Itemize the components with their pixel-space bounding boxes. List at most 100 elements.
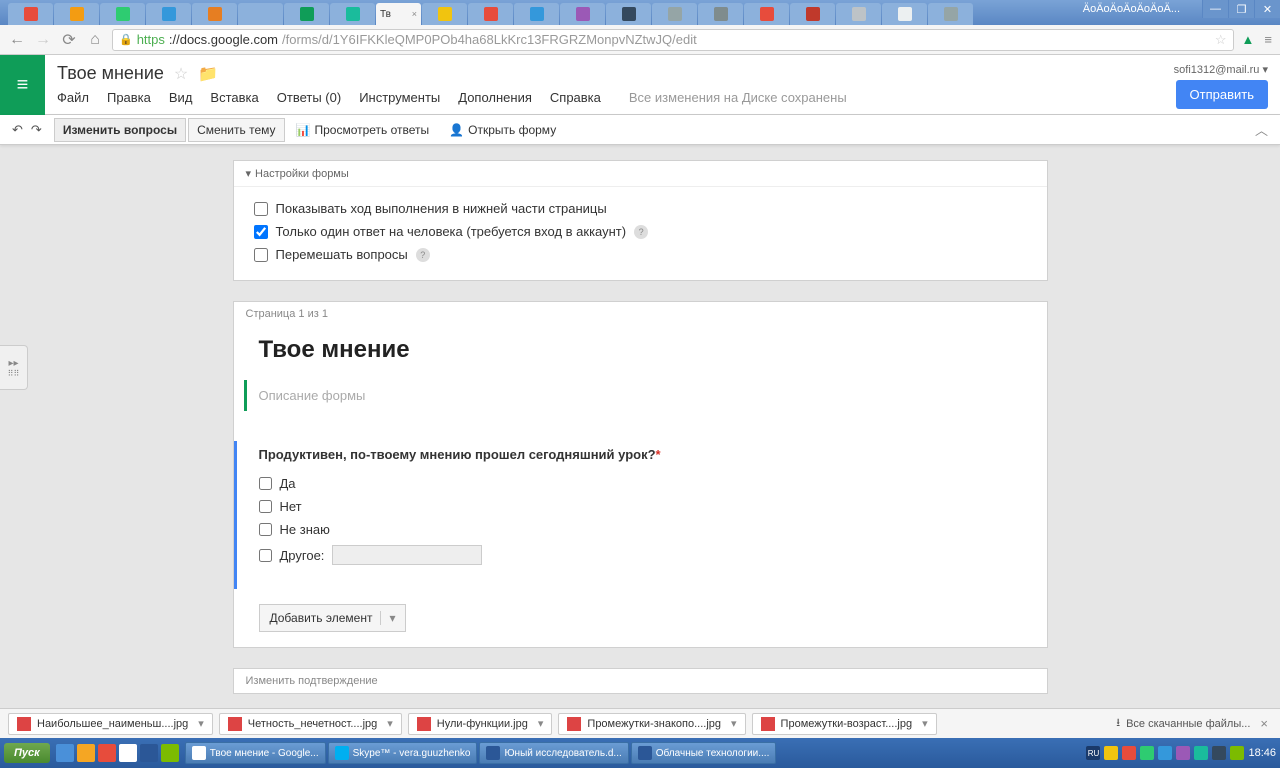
menu-item[interactable]: Инструменты — [359, 90, 440, 105]
download-item[interactable]: Промежутки-возраст....jpg▾ — [752, 713, 937, 735]
download-item[interactable]: Наибольшее_наименьш....jpg▾ — [8, 713, 213, 735]
address-bar[interactable]: 🔒 https://docs.google.com/forms/d/1Y6IFK… — [112, 29, 1234, 51]
browser-tab[interactable] — [422, 3, 467, 25]
menu-item[interactable]: Справка — [550, 90, 601, 105]
tray-icon[interactable] — [1140, 746, 1154, 760]
menu-icon[interactable]: ≡ — [1264, 32, 1272, 47]
option-checkbox[interactable] — [259, 500, 272, 513]
form-description[interactable]: Описание формы — [244, 380, 1022, 411]
edit-questions-tab[interactable]: Изменить вопросы — [54, 118, 186, 142]
taskbar-item[interactable]: Юный исследователь.d... — [479, 742, 628, 764]
taskbar-item[interactable]: Skype™ - vera.guuzhenko — [328, 742, 478, 764]
browser-tab[interactable] — [882, 3, 927, 25]
question-option[interactable]: Да — [259, 472, 1025, 495]
send-button[interactable]: Отправить — [1176, 80, 1268, 109]
checkbox-progress[interactable] — [254, 202, 268, 216]
folder-icon[interactable]: 📁 — [198, 64, 218, 84]
browser-tab[interactable] — [836, 3, 881, 25]
browser-tab[interactable] — [468, 3, 513, 25]
browser-tab[interactable] — [284, 3, 329, 25]
browser-tab[interactable] — [54, 3, 99, 25]
tray-icon[interactable] — [1104, 746, 1118, 760]
caret-down-icon[interactable]: ▾ — [387, 717, 393, 730]
quicklaunch-icon[interactable] — [77, 744, 95, 762]
tray-icon[interactable] — [1194, 746, 1208, 760]
close-window-button[interactable]: ✕ — [1254, 0, 1280, 18]
browser-tab[interactable] — [238, 3, 283, 25]
quicklaunch-icon[interactable] — [56, 744, 74, 762]
help-icon[interactable]: ? — [416, 248, 430, 262]
menu-item[interactable]: Дополнения — [458, 90, 532, 105]
menu-item[interactable]: Вставка — [210, 90, 258, 105]
browser-tab[interactable] — [146, 3, 191, 25]
user-email[interactable]: sofi1312@mail.ru ▾ — [1174, 63, 1268, 76]
setting-progress[interactable]: Показывать ход выполнения в нижней части… — [254, 197, 1027, 220]
side-expand-tab[interactable]: ▸▸ ⠿⠿ — [0, 345, 28, 390]
download-item[interactable]: Четность_нечетност....jpg▾ — [219, 713, 402, 735]
forward-button[interactable]: → — [34, 31, 52, 49]
star-icon[interactable]: ☆ — [1215, 32, 1227, 48]
menu-item[interactable]: Ответы (0) — [277, 90, 341, 105]
tray-icon[interactable] — [1122, 746, 1136, 760]
tray-icon[interactable] — [1230, 746, 1244, 760]
option-checkbox[interactable] — [259, 477, 272, 490]
browser-tab[interactable] — [652, 3, 697, 25]
quicklaunch-icon[interactable] — [140, 744, 158, 762]
browser-tab[interactable] — [514, 3, 559, 25]
caret-down-icon[interactable]: ▾ — [380, 611, 395, 625]
browser-tab[interactable] — [8, 3, 53, 25]
undo-button[interactable]: ↶ — [12, 122, 23, 138]
question-option[interactable]: Нет — [259, 495, 1025, 518]
drive-icon[interactable]: ▲ — [1242, 32, 1255, 47]
forms-logo-icon[interactable]: ≡ — [0, 55, 45, 115]
browser-tab[interactable] — [698, 3, 743, 25]
browser-tab[interactable]: Тв× — [376, 3, 421, 25]
download-item[interactable]: Нули-функции.jpg▾ — [408, 713, 553, 735]
checkbox-one-response[interactable] — [254, 225, 268, 239]
setting-shuffle[interactable]: Перемешать вопросы ? — [254, 243, 1027, 266]
download-item[interactable]: Промежутки-знакопо....jpg▾ — [558, 713, 745, 735]
browser-tab[interactable] — [928, 3, 973, 25]
minimize-button[interactable]: — — [1202, 0, 1228, 18]
close-tab-icon[interactable]: × — [412, 9, 417, 19]
tray-icon[interactable] — [1158, 746, 1172, 760]
browser-tab[interactable] — [192, 3, 237, 25]
maximize-button[interactable]: ❐ — [1228, 0, 1254, 18]
caret-down-icon[interactable]: ▾ — [538, 717, 544, 730]
lang-indicator[interactable]: RU — [1086, 746, 1100, 760]
browser-tab[interactable] — [790, 3, 835, 25]
form-title[interactable]: Твое мнение — [259, 336, 1022, 364]
close-downloads-bar[interactable]: × — [1256, 716, 1272, 731]
start-button[interactable]: Пуск — [4, 743, 50, 763]
settings-header[interactable]: ▾Настройки формы — [234, 161, 1047, 187]
option-checkbox[interactable] — [259, 523, 272, 536]
question-option-other[interactable]: Другое: — [259, 541, 1025, 569]
setting-one-response[interactable]: Только один ответ на человека (требуется… — [254, 220, 1027, 243]
checkbox-shuffle[interactable] — [254, 248, 268, 262]
caret-down-icon[interactable]: ▾ — [731, 717, 737, 730]
tray-icon[interactable] — [1212, 746, 1226, 760]
browser-tab[interactable] — [560, 3, 605, 25]
question-option[interactable]: Не знаю — [259, 518, 1025, 541]
back-button[interactable]: ← — [8, 31, 26, 49]
reload-button[interactable]: ⟳ — [60, 31, 78, 49]
home-button[interactable]: ⌂ — [86, 31, 104, 49]
quicklaunch-icon[interactable] — [119, 744, 137, 762]
quicklaunch-icon[interactable] — [98, 744, 116, 762]
caret-down-icon[interactable]: ▾ — [198, 717, 204, 730]
view-responses-button[interactable]: 📊Просмотреть ответы — [287, 118, 439, 142]
browser-tab[interactable] — [100, 3, 145, 25]
open-form-button[interactable]: 👤Открыть форму — [440, 118, 565, 142]
tray-icon[interactable] — [1176, 746, 1190, 760]
redo-button[interactable]: ↷ — [31, 122, 42, 138]
menu-item[interactable]: Файл — [57, 90, 89, 105]
taskbar-item[interactable]: Облачные технологии.... — [631, 742, 777, 764]
taskbar-item[interactable]: Твое мнение - Google... — [185, 742, 326, 764]
caret-down-icon[interactable]: ▾ — [922, 717, 928, 730]
document-title[interactable]: Твое мнение — [57, 63, 164, 84]
browser-tab[interactable] — [606, 3, 651, 25]
browser-tab[interactable] — [330, 3, 375, 25]
option-checkbox[interactable] — [259, 549, 272, 562]
show-all-downloads[interactable]: ⭳Все скачанные файлы... — [1116, 714, 1250, 733]
collapse-toolbar-icon[interactable]: ︿ — [1255, 120, 1268, 139]
